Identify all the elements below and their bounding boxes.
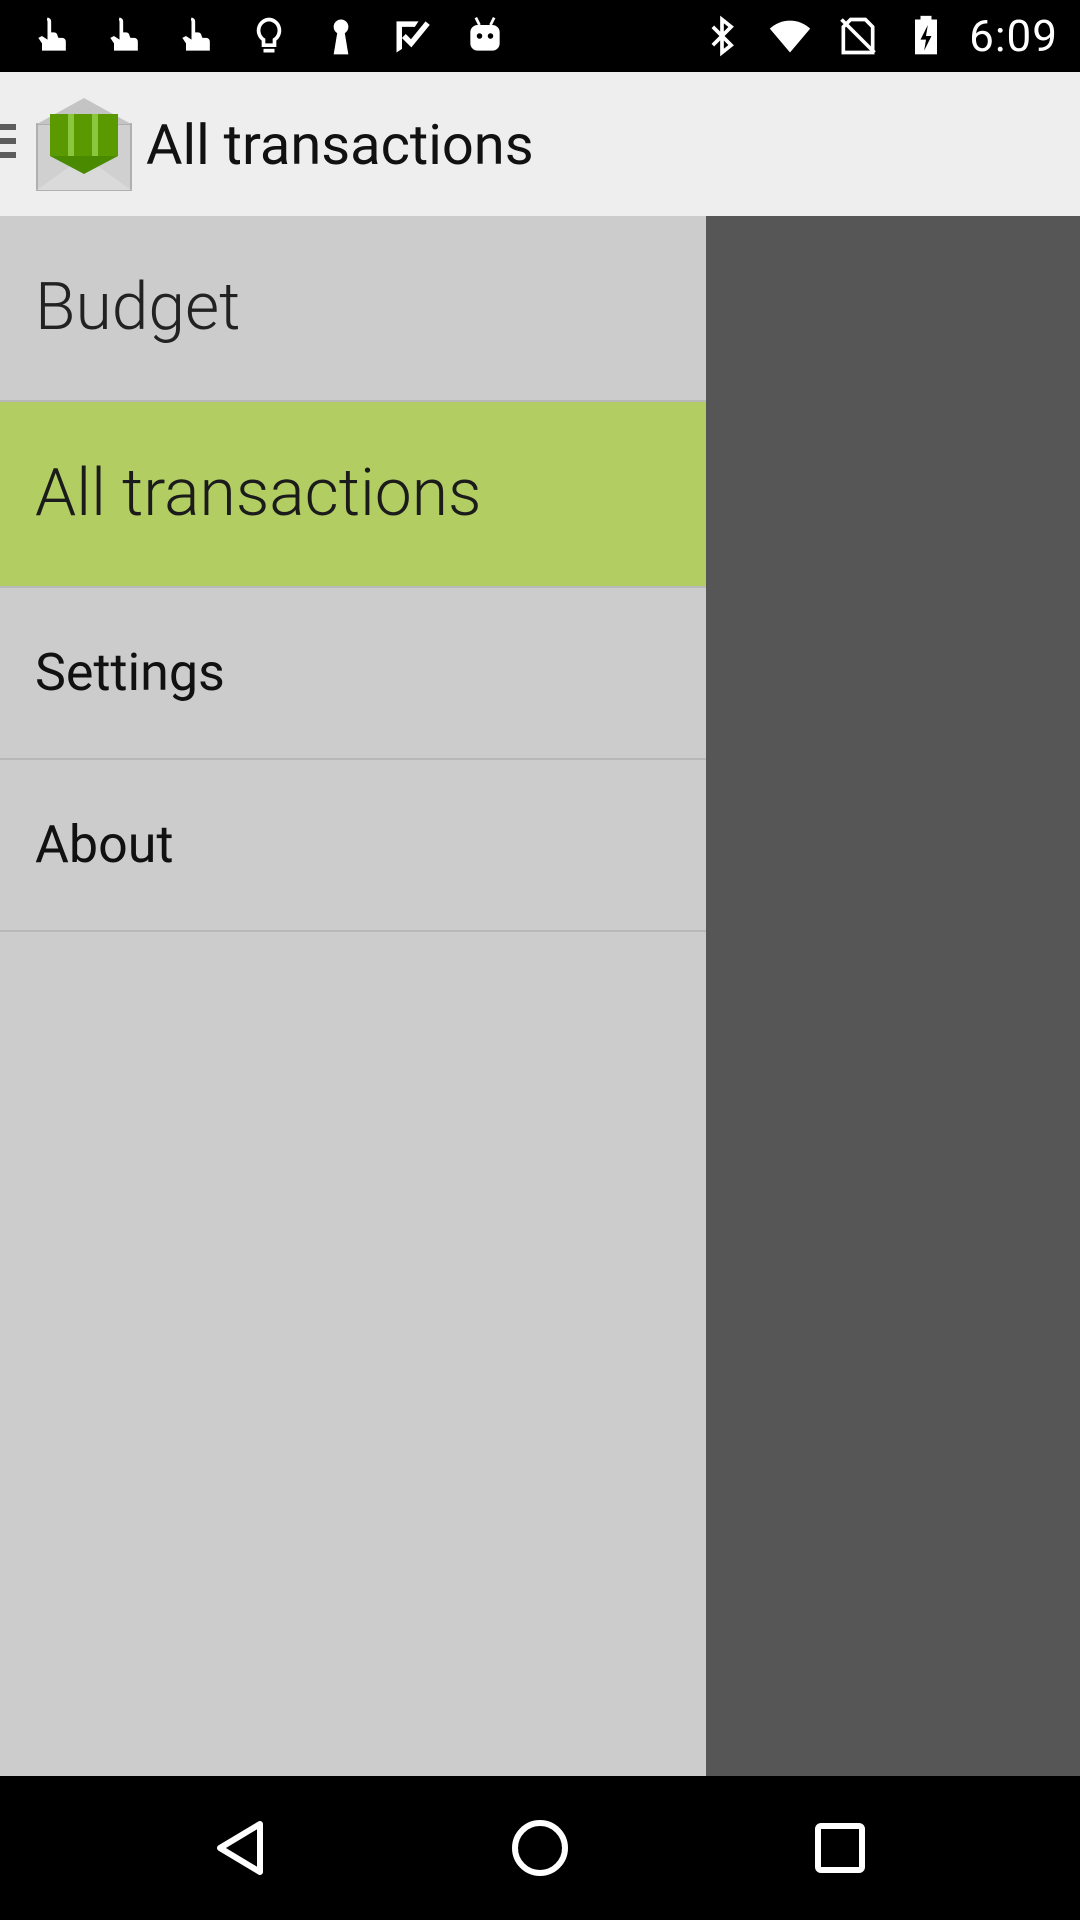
status-bar: 6:09 xyxy=(0,0,1080,72)
drawer-scrim[interactable] xyxy=(706,216,1080,1776)
drawer-item-label: About xyxy=(35,814,174,875)
system-nav-bar xyxy=(0,1776,1080,1920)
recent-apps-button[interactable] xyxy=(760,1776,920,1920)
home-icon xyxy=(512,1820,568,1876)
drawer-item-about[interactable]: About xyxy=(0,760,706,932)
system-icons: 6:09 xyxy=(697,10,1058,62)
checkmark-icon xyxy=(388,11,438,61)
app-logo-icon[interactable] xyxy=(34,96,134,194)
back-button[interactable] xyxy=(160,1776,320,1920)
menu-icon[interactable] xyxy=(0,124,16,168)
page-title: All transactions xyxy=(146,112,534,178)
touch-icon xyxy=(172,11,222,61)
clock: 6:09 xyxy=(969,10,1058,62)
navigation-drawer: Budget All transactions Settings About xyxy=(0,216,706,1776)
drawer-item-budget[interactable]: Budget xyxy=(0,216,706,402)
wifi-icon xyxy=(765,11,815,61)
touch-icon xyxy=(100,11,150,61)
home-button[interactable] xyxy=(460,1776,620,1920)
touch-icon xyxy=(28,11,78,61)
app-bar: All transactions xyxy=(0,72,1080,216)
drawer-item-label: All transactions xyxy=(35,455,482,532)
bluetooth-icon xyxy=(697,11,747,61)
drawer-item-settings[interactable]: Settings xyxy=(0,588,706,760)
drawer-item-label: Budget xyxy=(35,269,241,346)
drawer-item-label: Settings xyxy=(35,642,225,703)
android-icon xyxy=(460,11,510,61)
no-sim-icon xyxy=(833,11,883,61)
recent-apps-icon xyxy=(815,1823,865,1873)
back-icon xyxy=(217,1821,263,1875)
notification-icons xyxy=(28,10,510,62)
drawer-item-all-transactions[interactable]: All transactions xyxy=(0,402,706,588)
keyhole-icon xyxy=(316,11,366,61)
lightbulb-icon xyxy=(244,11,294,61)
battery-charging-icon xyxy=(901,11,951,61)
